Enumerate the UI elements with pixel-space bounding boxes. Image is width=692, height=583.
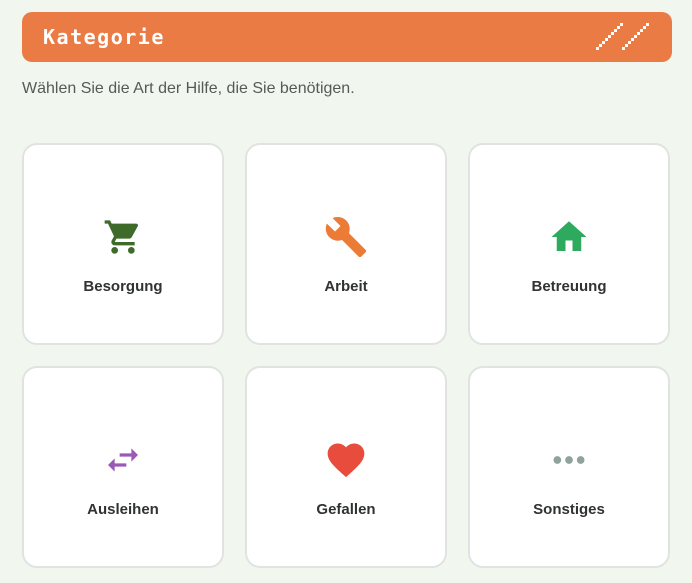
category-label: Arbeit <box>324 278 368 295</box>
category-card-ausleihen[interactable]: Ausleihen <box>22 366 224 568</box>
shopping-cart-icon <box>101 215 145 259</box>
swap-arrows-icon <box>101 438 145 482</box>
category-card-gefallen[interactable]: Gefallen <box>245 366 447 568</box>
category-label: Betreuung <box>531 278 607 295</box>
category-label: Besorgung <box>83 278 163 295</box>
category-card-betreuung[interactable]: Betreuung <box>468 143 670 345</box>
category-card-arbeit[interactable]: Arbeit <box>245 143 447 345</box>
heart-icon <box>324 438 368 482</box>
category-card-besorgung[interactable]: Besorgung <box>22 143 224 345</box>
category-grid: Besorgung Arbeit Betreuung Ausleihen Gef… <box>22 143 672 568</box>
pixel-slashes-icon <box>596 23 649 50</box>
home-icon <box>547 215 591 259</box>
category-label: Sonstiges <box>533 501 605 518</box>
wrench-icon <box>324 215 368 259</box>
header-title: Kategorie <box>43 25 165 49</box>
category-header: Kategorie <box>22 12 672 62</box>
category-label: Ausleihen <box>87 501 159 518</box>
instruction-text: Wählen Sie die Art der Hilfe, die Sie be… <box>22 80 355 97</box>
category-card-sonstiges[interactable]: Sonstiges <box>468 366 670 568</box>
more-dots-icon <box>547 438 591 482</box>
category-label: Gefallen <box>316 501 376 518</box>
